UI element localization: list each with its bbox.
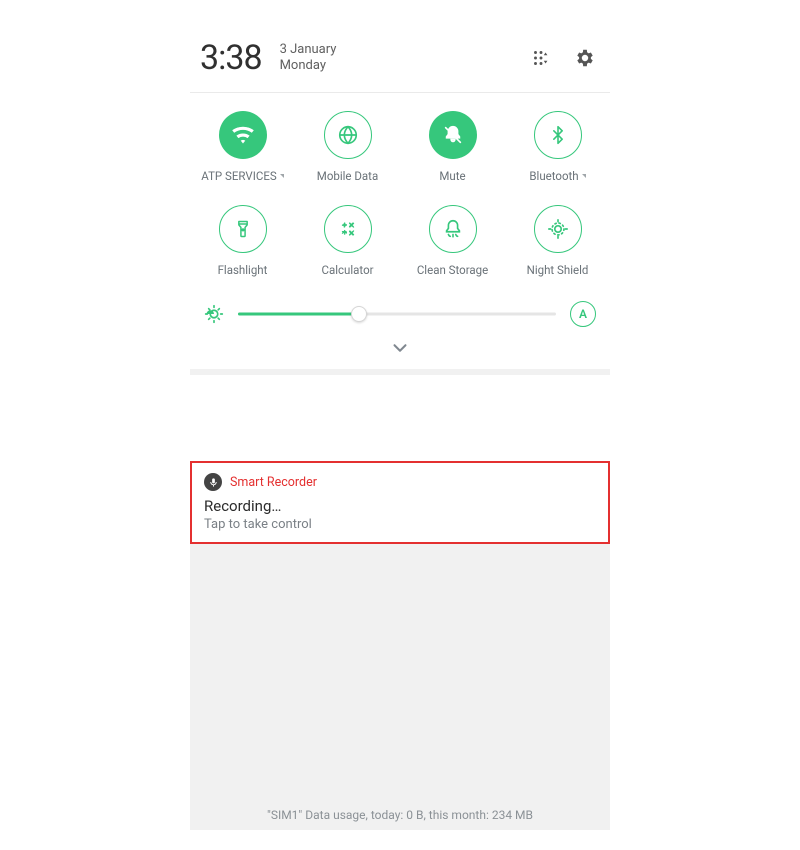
qs-tile-night[interactable]: Night Shield <box>505 205 610 277</box>
empty-gap <box>190 375 610 461</box>
chevron-down-icon[interactable] <box>389 337 411 359</box>
date-block: 3 January Monday <box>280 42 530 75</box>
qs-tile-grid: ATP SERVICES Mobile Data Mute Bluetooth Flas… <box>190 93 610 287</box>
expand-row <box>190 333 610 369</box>
wifi-icon <box>219 111 267 159</box>
qs-tile-label: Night Shield <box>527 263 589 277</box>
day-text: Monday <box>280 58 530 74</box>
gear-icon[interactable] <box>574 47 596 69</box>
brightness-slider[interactable] <box>238 304 556 324</box>
qs-tile-label: Flashlight <box>218 263 268 277</box>
expand-arrow-icon <box>582 174 586 178</box>
qs-tile-label: Mobile Data <box>317 169 378 183</box>
notification-subtitle: Tap to take control <box>204 517 596 532</box>
bluetooth-icon <box>534 111 582 159</box>
qs-tile-label: Calculator <box>321 263 373 277</box>
qs-tile-bluetooth[interactable]: Bluetooth <box>505 111 610 183</box>
calculator-icon <box>324 205 372 253</box>
notification-smart-recorder[interactable]: Smart Recorder Recording… Tap to take co… <box>190 461 610 544</box>
notification-header: Smart Recorder <box>204 473 596 491</box>
qs-header: 3:38 3 January Monday <box>190 20 610 93</box>
qs-tile-globe[interactable]: Mobile Data <box>295 111 400 183</box>
qs-tile-label: Bluetooth <box>529 169 585 183</box>
brightness-row: A <box>190 287 610 333</box>
data-usage-footer: "SIM1" Data usage, today: 0 B, this mont… <box>200 808 600 822</box>
globe-icon <box>324 111 372 159</box>
night-icon <box>534 205 582 253</box>
flashlight-icon <box>219 205 267 253</box>
date-text: 3 January <box>280 42 530 58</box>
auto-brightness-toggle[interactable]: A <box>570 301 596 327</box>
qs-tile-label: ATP SERVICES <box>201 169 283 183</box>
expand-arrow-icon <box>280 174 284 178</box>
qs-tile-wifi[interactable]: ATP SERVICES <box>190 111 295 183</box>
auto-brightness-label: A <box>579 307 587 321</box>
qs-tile-label: Mute <box>439 169 465 183</box>
qs-tile-clean[interactable]: Clean Storage <box>400 205 505 277</box>
notification-shade: 3:38 3 January Monday ATP SERVICESMobile <box>190 20 610 830</box>
mic-icon <box>204 473 222 491</box>
notification-title: Recording… <box>204 497 596 515</box>
qs-tile-mute[interactable]: Mute <box>400 111 505 183</box>
clock-time: 3:38 <box>200 38 262 78</box>
notification-app-name: Smart Recorder <box>230 475 317 490</box>
content-area: "SIM1" Data usage, today: 0 B, this mont… <box>190 544 610 830</box>
qs-tile-flashlight[interactable]: Flashlight <box>190 205 295 277</box>
qs-tile-calculator[interactable]: Calculator <box>295 205 400 277</box>
mute-icon <box>429 111 477 159</box>
qs-tile-label: Clean Storage <box>417 263 488 277</box>
header-actions <box>530 47 600 69</box>
clean-icon <box>429 205 477 253</box>
brightness-icon <box>204 304 224 324</box>
reorder-icon[interactable] <box>530 47 552 69</box>
